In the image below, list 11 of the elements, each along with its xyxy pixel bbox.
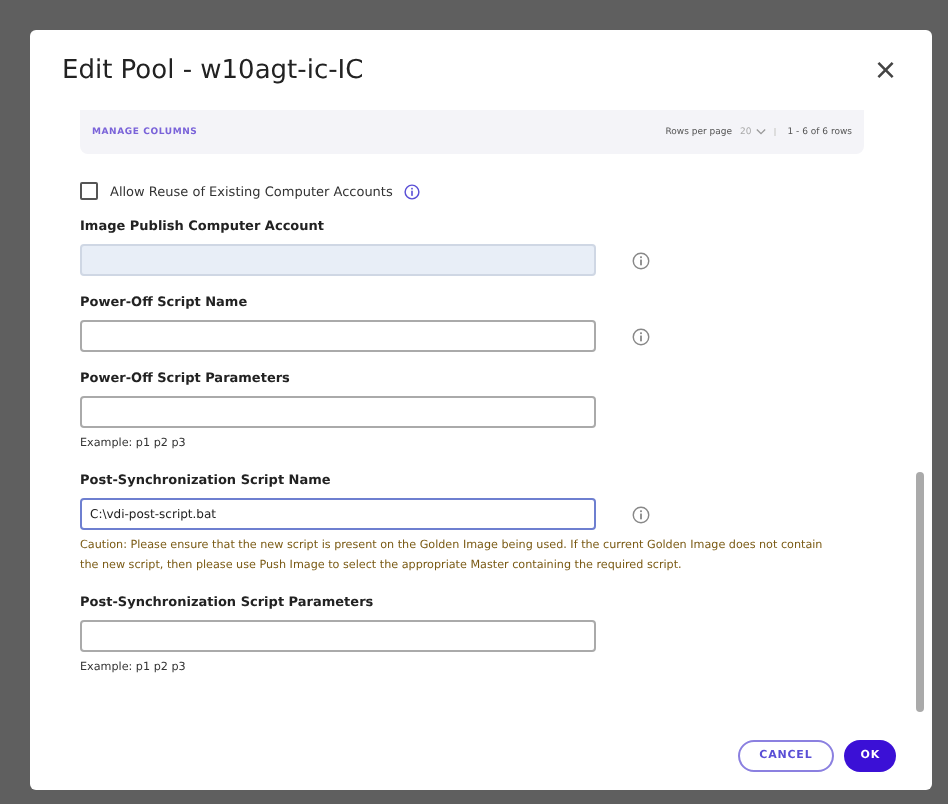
caret-icon[interactable] — [755, 128, 776, 136]
scrollbar-thumb[interactable] — [916, 472, 924, 712]
info-icon[interactable] — [632, 505, 650, 524]
input-field[interactable] — [80, 620, 596, 653]
input-field[interactable] — [80, 396, 596, 428]
checkbox[interactable] — [80, 182, 98, 200]
close-button[interactable]: × — [866, 52, 904, 88]
dialog-title: Edit Pool - w10agt-ic-IC — [62, 55, 364, 85]
input-field[interactable] — [80, 320, 596, 352]
info-icon[interactable] — [632, 327, 650, 345]
info-icon[interactable] — [404, 183, 421, 199]
